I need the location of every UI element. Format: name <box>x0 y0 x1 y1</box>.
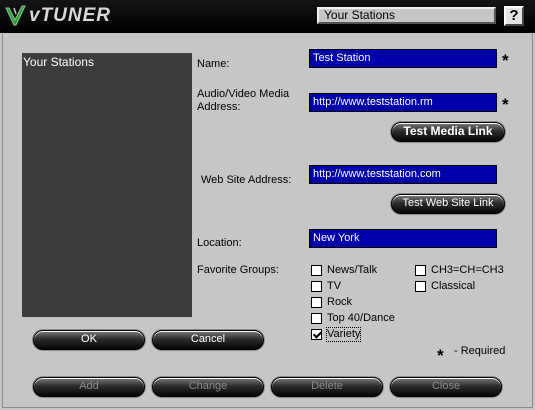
rock-checkbox[interactable] <box>311 296 322 308</box>
cancel-button[interactable]: Cancel <box>152 330 264 350</box>
title-bar: vTUNER Your Stations ? <box>0 0 535 33</box>
news-talk-label: News/Talk <box>327 263 378 276</box>
group-variety[interactable]: Variety <box>311 326 362 342</box>
tv-checkbox[interactable] <box>311 280 322 292</box>
ch3-label: CH3=CH=CH3 <box>431 263 504 276</box>
media-address-label: Audio/Video Media Address: <box>197 88 289 114</box>
media-address-label-line2: Address: <box>197 101 241 113</box>
group-rock[interactable]: Rock <box>311 295 352 309</box>
vtuner-logo: vTUNER <box>5 3 111 29</box>
delete-button[interactable]: Delete <box>271 377 383 397</box>
test-media-link-button[interactable]: Test Media Link <box>391 122 505 142</box>
help-button[interactable]: ? <box>504 6 524 26</box>
top40-dance-label: Top 40/Dance <box>327 311 395 324</box>
stations-list-item[interactable]: Your Stations <box>23 55 191 69</box>
required-asterisk: * <box>502 51 509 70</box>
top40-dance-checkbox[interactable] <box>311 312 322 324</box>
news-talk-checkbox[interactable] <box>311 264 322 276</box>
close-button[interactable]: Close <box>390 377 502 397</box>
rock-label: Rock <box>327 295 353 308</box>
location-label: Location: <box>197 237 242 249</box>
classical-checkbox[interactable] <box>415 280 426 292</box>
stations-list[interactable]: Your Stations <box>22 53 192 317</box>
page-title: Your Stations <box>317 7 496 24</box>
group-ch3[interactable]: CH3=CH=CH3 <box>415 263 504 277</box>
web-address-field[interactable]: http://www.teststation.com <box>309 165 497 184</box>
web-address-label: Web Site Address: <box>201 174 292 186</box>
location-field[interactable]: New York <box>309 229 497 248</box>
required-note: - Required <box>454 345 506 357</box>
group-classical[interactable]: Classical <box>415 279 475 293</box>
group-news-talk[interactable]: News/Talk <box>311 263 377 277</box>
group-tv[interactable]: TV <box>311 279 341 293</box>
variety-label: Variety <box>325 326 362 342</box>
change-button[interactable]: Change <box>152 377 264 397</box>
media-address-label-line1: Audio/Video Media <box>197 88 290 100</box>
favorite-groups-label: Favorite Groups: <box>197 264 279 276</box>
required-note-asterisk: * <box>437 346 444 365</box>
required-asterisk: * <box>502 95 509 114</box>
name-label: Name: <box>197 58 230 70</box>
test-web-site-link-button[interactable]: Test Web Site Link <box>391 194 505 214</box>
add-button[interactable]: Add <box>33 377 145 397</box>
classical-label: Classical <box>431 279 476 292</box>
group-top40-dance[interactable]: Top 40/Dance <box>311 311 395 325</box>
logo-text: vTUNER <box>29 5 112 26</box>
ok-button[interactable]: OK <box>33 330 145 350</box>
tv-label: TV <box>327 279 342 292</box>
variety-checkbox[interactable] <box>311 328 322 340</box>
ch3-checkbox[interactable] <box>415 264 426 276</box>
name-field[interactable]: Test Station <box>309 49 497 68</box>
media-address-field[interactable]: http://www.teststation.rm <box>309 93 497 112</box>
antenna-v-icon <box>5 5 26 26</box>
